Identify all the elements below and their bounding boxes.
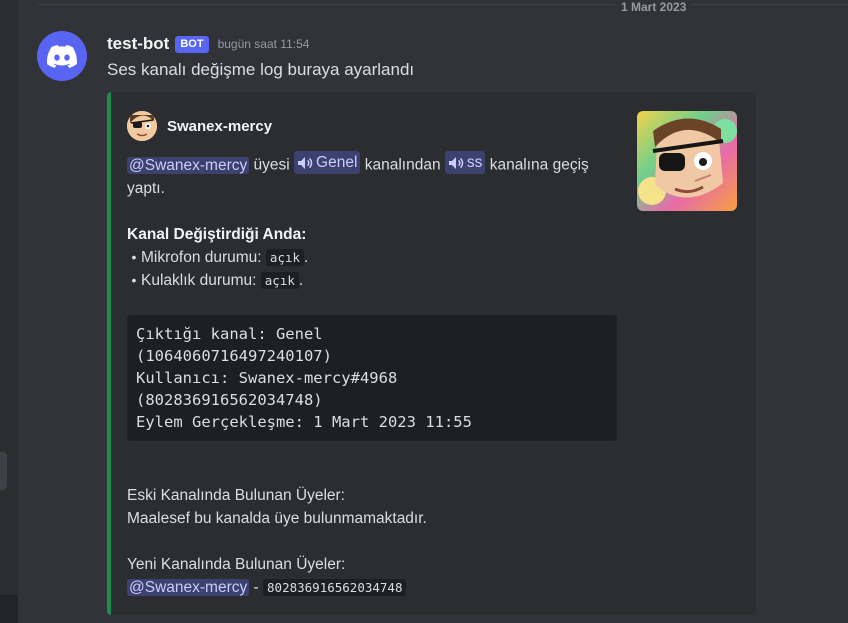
thumbnail-illustration-icon	[638, 118, 737, 205]
code-line: Çıktığı kanal: Genel	[136, 325, 323, 343]
bot-avatar[interactable]	[37, 31, 87, 81]
headset-status-value: açık	[260, 271, 299, 289]
bullet-icon: •	[131, 248, 137, 265]
mic-status-value: açık	[265, 248, 305, 266]
list-item: • Mikrofon durumu: açık.	[127, 246, 622, 269]
message-author[interactable]: test-bot	[107, 34, 169, 54]
date-divider: 1 Mart 2023	[38, 0, 848, 14]
embed-author-name[interactable]: Swanex-mercy	[167, 118, 272, 135]
rail-footer	[0, 595, 18, 623]
avatar-illustration-icon	[127, 111, 157, 141]
message-timestamp: bugün saat 11:54	[217, 37, 310, 51]
scrollbar-handle[interactable]	[0, 452, 7, 490]
user-mention[interactable]: @Swanex-mercy	[127, 156, 250, 174]
member-separator: -	[249, 579, 264, 596]
message-header: test-bot BOT bugün saat 11:54	[107, 32, 309, 56]
new-members-title: Yeni Kanalında Bulunan Üyeler:	[127, 556, 346, 573]
list-item: • Kulaklık durumu: açık.	[127, 269, 622, 292]
mic-status-label: Mikrofon durumu:	[141, 248, 262, 266]
description-text: üyesi	[249, 156, 295, 174]
old-members-title: Eski Kanalında Bulunan Üyeler:	[127, 487, 345, 504]
embed-author-avatar[interactable]	[127, 111, 157, 141]
new-member-row: @Swanex-mercy - 802836916562034748	[127, 576, 622, 599]
state-section-title: Kanal Değiştirdiği Anda:	[127, 225, 307, 243]
code-line: Kullanıcı: Swanex-mercy#4968	[136, 369, 398, 387]
left-rail	[0, 0, 18, 623]
embed-author: Swanex-mercy	[127, 111, 272, 141]
discord-logo-icon	[47, 44, 77, 68]
speaker-icon	[448, 156, 464, 169]
speaker-icon	[298, 156, 313, 169]
code-line: (802836916562034748)	[136, 391, 323, 409]
date-divider-label: 1 Mart 2023	[615, 0, 693, 14]
channel-mention-to-label: ss	[466, 154, 483, 171]
headset-status-label: Kulaklık durumu:	[141, 271, 257, 289]
code-line: (1064060716497240107)	[136, 347, 332, 365]
members-section: Eski Kanalında Bulunan Üyeler: Maalesef …	[127, 484, 622, 599]
channel-mention-from-label: Genel	[316, 154, 358, 171]
bot-badge: BOT	[175, 35, 209, 53]
embed-thumbnail[interactable]	[637, 111, 737, 211]
channel-mention-from[interactable]: Genel	[294, 151, 361, 174]
channel-mention-to[interactable]: ss	[444, 151, 486, 174]
description-text: kanalından	[360, 156, 445, 174]
member-id: 802836916562034748	[263, 579, 407, 596]
embed: Swanex-mercy @Swanex-mercy üyesi Genel k…	[107, 92, 756, 615]
bullet-icon: •	[131, 271, 137, 288]
code-block: Çıktığı kanal: Genel (1064060716497240107…	[127, 315, 617, 441]
embed-description: @Swanex-mercy üyesi Genel kanalından ss …	[127, 151, 622, 292]
code-line: Eylem Gerçekleşme: 1 Mart 2023 11:55	[136, 413, 472, 431]
old-members-text: Maalesef bu kanalda üye bulunmamaktadır.	[127, 510, 427, 527]
user-mention[interactable]: @Swanex-mercy	[127, 579, 250, 596]
message-content: Ses kanalı değişme log buraya ayarlandı	[107, 60, 415, 79]
